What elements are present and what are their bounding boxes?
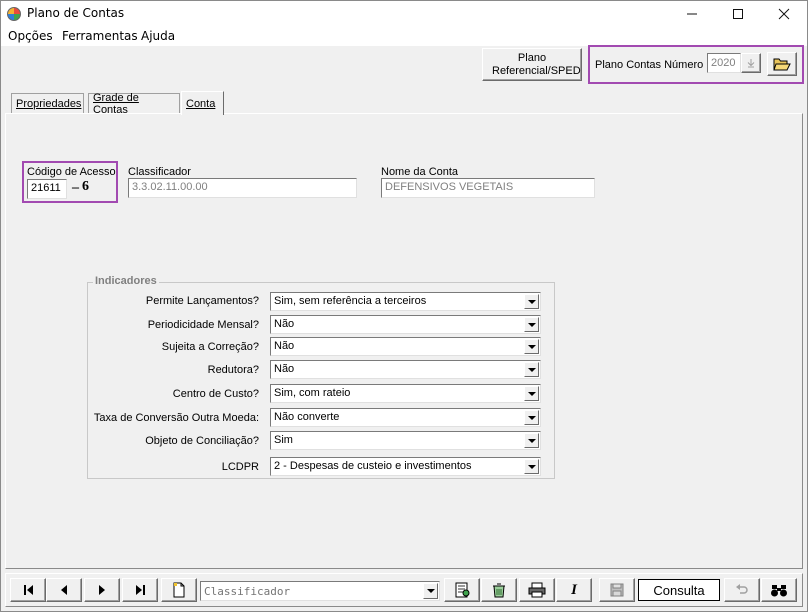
maximize-icon [733,9,743,19]
plano-contas-numero-field[interactable]: 2020 [707,53,741,73]
chevron-down-icon[interactable] [524,410,539,425]
classificador-label: Classificador [128,166,191,178]
plano-referencial-label: Plano Referencial/SPED [492,51,581,77]
classificador-search-input[interactable] [201,582,421,600]
menu-ajuda[interactable]: Ajuda [141,29,175,43]
objeto-conciliacao-value: Sim [274,434,293,446]
row-label-taxa-conversao: Taxa de Conversão Outra Moeda: [93,412,259,424]
chevron-down-icon[interactable] [524,459,539,474]
row-label-objeto-conciliacao: Objeto de Conciliação? [145,435,259,447]
codigo-acesso-field[interactable]: 21611 [27,179,67,199]
print-button[interactable] [519,578,555,602]
codigo-digit: 6 [82,179,89,194]
binoculars-icon [771,585,787,597]
report-button[interactable] [444,578,480,602]
printer-icon [528,582,546,598]
lcdpr-select[interactable]: 2 - Despesas de custeio e investimentos [270,457,541,476]
first-record-icon [23,585,33,595]
report-icon [455,582,470,598]
centro-de-custo-select[interactable]: Sim, com rateio [270,384,541,403]
main-window: Plano de Contas Opções Ferramentas Ajuda… [0,0,808,612]
chevron-down-icon[interactable] [524,433,539,448]
window-title: Plano de Contas [27,6,125,20]
plano-contas-numero-label: Plano Contas Número [595,59,704,71]
new-document-icon [173,582,185,598]
redutora-select[interactable]: Não [270,360,541,379]
permite-lancamentos-value: Sim, sem referência a terceiros [274,295,427,307]
row-label-centro-de-custo: Centro de Custo? [172,388,259,400]
mode-indicator: Consulta [638,579,720,601]
app-icon [7,7,21,21]
tab-propriedades-label: Propriedades [16,97,82,110]
sujeita-correcao-value: Não [274,340,295,352]
chevron-down-icon[interactable] [524,339,539,354]
nome-conta-label: Nome da Conta [381,166,459,178]
row-label-permite-lancamentos: Permite Lançamentos? [145,295,259,307]
open-folder-button[interactable] [767,52,797,76]
italic-icon: I [571,581,577,598]
tab-propriedades[interactable]: Propriedades [11,93,84,113]
objeto-conciliacao-select[interactable]: Sim [270,431,541,450]
menu-opcoes[interactable]: Opções [8,29,53,43]
plano-contas-spin-button[interactable] [741,53,761,73]
open-folder-icon [773,58,791,71]
chevron-down-icon[interactable] [524,386,539,401]
first-record-button[interactable] [10,578,46,602]
permite-lancamentos-select[interactable]: Sim, sem referência a terceiros [270,292,541,311]
next-record-button[interactable] [84,578,120,602]
last-record-icon [135,585,145,595]
recycle-bin-icon [493,583,505,598]
codigo-acesso-label: Código de Acesso [27,166,116,178]
maximize-button[interactable] [715,1,761,27]
taxa-conversao-value: Não converte [274,411,340,423]
title-bar: Plano de Contas [1,1,807,27]
download-arrow-icon [747,59,755,68]
taxa-conversao-select[interactable]: Não converte [270,408,541,427]
close-button[interactable] [761,1,807,27]
tab-conta[interactable]: Conta [181,91,224,115]
centro-de-custo-value: Sim, com rateio [274,387,351,399]
chevron-down-icon[interactable] [423,583,438,599]
tab-grade-de-contas-label: Grade de Contas [93,91,139,116]
redutora-value: Não [274,363,295,375]
last-record-button[interactable] [122,578,158,602]
periodicidade-mensal-select[interactable]: Não [270,315,541,334]
previous-icon [61,585,67,595]
nome-conta-field[interactable]: DEFENSIVOS VEGETAIS [381,178,595,198]
next-icon [99,585,105,595]
row-label-lcdpr: LCDPR [221,461,259,473]
italic-button[interactable]: I [556,578,592,602]
sujeita-correcao-select[interactable]: Não [270,337,541,356]
plano-referencial-button[interactable]: Plano Referencial/SPED [482,48,582,81]
tab-conta-label: Conta [186,97,216,110]
menu-bar: Opções Ferramentas Ajuda [1,27,807,46]
periodicidade-mensal-value: Não [274,318,295,330]
previous-record-button[interactable] [46,578,82,602]
lcdpr-value: 2 - Despesas de custeio e investimentos [274,460,472,472]
save-icon [610,583,624,597]
row-label-periodicidade-mensal: Periodicidade Mensal? [147,319,259,331]
row-label-sujeita-correcao: Sujeita a Correção? [161,341,259,353]
minimize-icon [687,13,697,15]
tab-grade-de-contas[interactable]: Grade de Contas [88,91,180,116]
delete-button[interactable] [481,578,517,602]
new-record-button[interactable] [161,578,197,602]
indicadores-title: Indicadores [93,275,159,287]
classificador-search-field[interactable] [200,581,440,601]
row-label-redutora: Redutora? [207,364,259,376]
chevron-down-icon[interactable] [524,362,539,377]
save-button[interactable] [599,578,635,602]
chevron-down-icon[interactable] [524,294,539,309]
close-icon [778,8,790,20]
menu-ferramentas[interactable]: Ferramentas [62,29,138,43]
chevron-down-icon[interactable] [524,317,539,332]
classificador-field[interactable]: 3.3.02.11.00.00 [128,178,357,198]
find-button[interactable] [761,578,797,602]
undo-icon [736,584,748,594]
codigo-separator: – [72,180,79,195]
undo-button[interactable] [724,578,760,602]
minimize-button[interactable] [669,1,715,27]
